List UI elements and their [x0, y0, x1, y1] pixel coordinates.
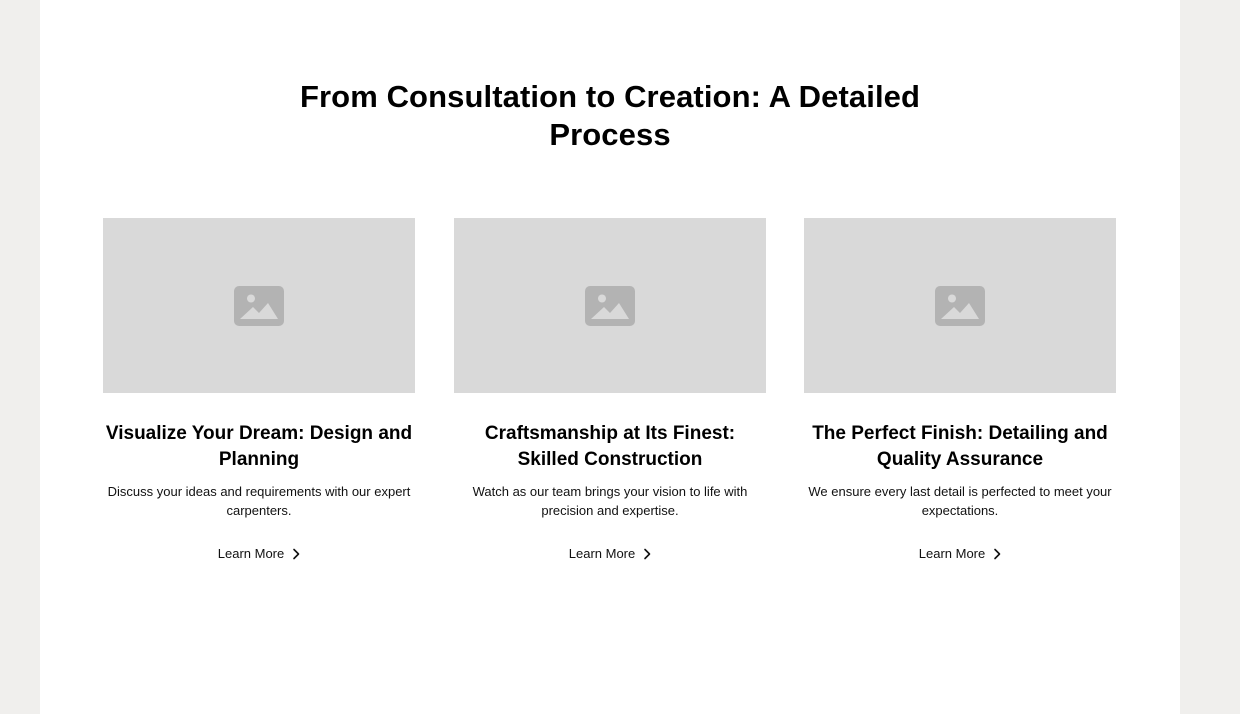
- card-title: Visualize Your Dream: Design and Plannin…: [105, 423, 413, 470]
- process-card-construction: Craftsmanship at Its Finest: Skilled Con…: [454, 218, 766, 563]
- card-description: Discuss your ideas and requirements with…: [107, 484, 411, 518]
- chevron-right-icon: [643, 548, 651, 560]
- card-title: Craftsmanship at Its Finest: Skilled Con…: [484, 423, 736, 470]
- chevron-right-icon: [993, 548, 1001, 560]
- process-card-finish: The Perfect Finish: Detailing and Qualit…: [804, 218, 1116, 563]
- learn-more-label: Learn More: [217, 546, 285, 561]
- section-title-text: From Consultation to Creation: A Detaile…: [299, 79, 921, 152]
- card-title: The Perfect Finish: Detailing and Qualit…: [812, 423, 1108, 470]
- process-card-design: Visualize Your Dream: Design and Plannin…: [103, 218, 415, 563]
- learn-more-label: Learn More: [568, 546, 636, 561]
- learn-more-label: Learn More: [918, 546, 986, 561]
- card-image-placeholder: [103, 218, 415, 393]
- image-placeholder-icon: [585, 285, 635, 326]
- card-description: We ensure every last detail is perfected…: [808, 484, 1112, 518]
- card-description: Watch as our team brings your vision to …: [472, 484, 748, 518]
- card-image-placeholder: [804, 218, 1116, 393]
- section-title: From Consultation to Creation: A Detaile…: [40, 78, 1180, 154]
- chevron-right-icon: [292, 548, 300, 560]
- process-cards: Visualize Your Dream: Design and Plannin…: [103, 218, 1117, 578]
- image-placeholder-icon: [234, 285, 284, 326]
- learn-more-link[interactable]: Learn More: [454, 545, 766, 563]
- learn-more-link[interactable]: Learn More: [103, 545, 415, 563]
- page-container: From Consultation to Creation: A Detaile…: [40, 0, 1180, 714]
- learn-more-link[interactable]: Learn More: [804, 545, 1116, 563]
- card-image-placeholder: [454, 218, 766, 393]
- image-placeholder-icon: [935, 285, 985, 326]
